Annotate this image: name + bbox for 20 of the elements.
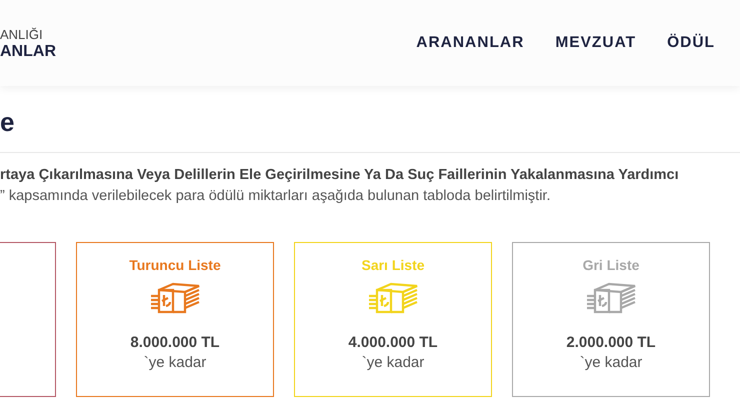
reward-amount: 8.000.000 TL	[130, 334, 220, 351]
nav-link[interactable]: MEVZUAT	[555, 34, 636, 52]
reward-amount: 4.000.000 TL	[348, 334, 438, 351]
money-stack-icon	[585, 282, 637, 314]
reward-suffix: `ye kadar	[144, 354, 206, 371]
page-title: e	[0, 106, 16, 138]
logo-text: ANLIĞI	[0, 27, 44, 42]
nav-link[interactable]: ARANANLAR	[416, 34, 524, 52]
reward-suffix: `ye kadar	[362, 354, 424, 371]
list-title: Turuncu Liste	[129, 257, 221, 273]
reward-amount: 2.000.000 TL	[566, 334, 656, 351]
intro-heading: rtaya Çıkarılmasına Veya Delillerin Ele Geçirilmesine Ya Da Suç Faillerinin Yakalanmasına Yardımcı	[0, 167, 680, 183]
reward-suffix: `ye kadar	[580, 354, 642, 371]
logo-title: ANLAR	[0, 43, 56, 61]
money-stack-icon	[149, 282, 201, 314]
nav-link[interactable]: ÖDÜL	[667, 34, 715, 52]
list-title: Gri Liste	[582, 257, 640, 273]
intro-text: ” kapsamında verilebilecek para ödülü miktarları aşağıda bulunan tabloda belirtilmiştir.	[0, 188, 552, 204]
money-stack-icon	[367, 282, 419, 314]
list-title: Sarı Liste	[361, 257, 425, 273]
